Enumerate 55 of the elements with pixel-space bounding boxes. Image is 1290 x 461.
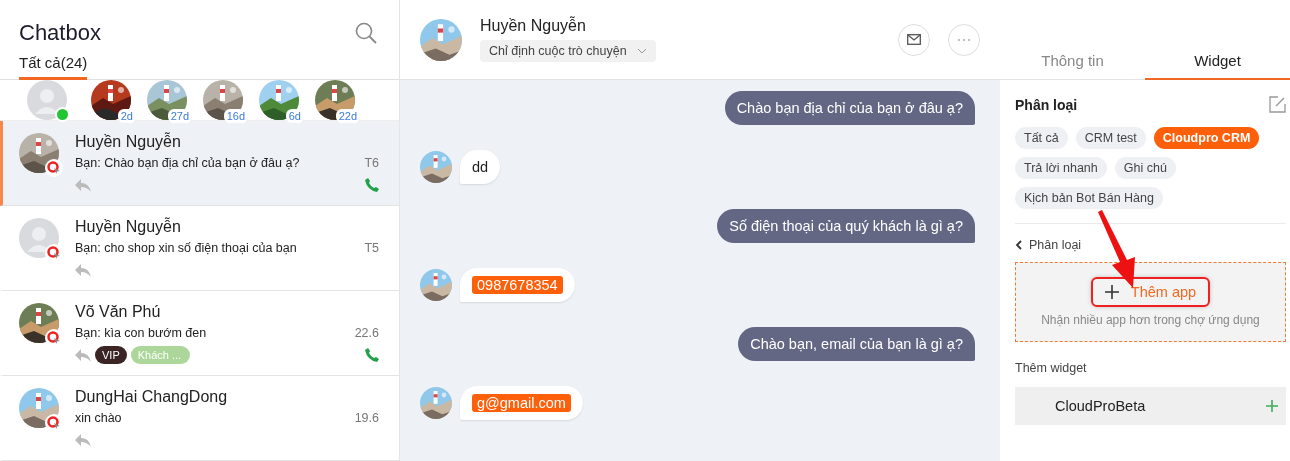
default-avatar-icon — [19, 218, 59, 258]
sent-message: Chào bạn địa chỉ của bạn ở đâu ạ? — [724, 90, 975, 125]
contact-name: Huyền Nguyễn — [480, 17, 587, 35]
source-badge-icon — [45, 159, 63, 177]
reply-icon — [75, 263, 91, 277]
section-title: Phân loại — [1015, 96, 1078, 113]
received-message: dd — [460, 149, 501, 184]
message-preview: Bạn: Chào bạn địa chỉ của bạn ở đâu ạ? — [75, 156, 300, 170]
contact-name: Võ Văn Phú — [75, 303, 162, 321]
message-preview: Bạn: kìa con bướm đen — [75, 326, 207, 340]
message-preview: Bạn: cho shop xin số điện thoại của bạn — [75, 241, 297, 255]
message-time: 19.6 — [354, 411, 379, 425]
category-chip[interactable]: CRM test — [1075, 127, 1146, 149]
contact-tag: Khách ... — [130, 346, 190, 364]
reply-icon — [75, 348, 91, 362]
conversation-item[interactable]: Huyền Nguyễn Bạn: Chào bạn địa chỉ của bạn ở đâu ạ? T6 — [0, 121, 399, 206]
email-button[interactable] — [898, 23, 930, 56]
reply-icon — [75, 433, 91, 447]
source-badge-icon — [45, 244, 63, 262]
time-badge: 16d — [223, 109, 248, 123]
chevron-down-icon — [636, 48, 647, 54]
panel-tab[interactable]: Thông tin — [1000, 42, 1145, 80]
category-chip[interactable]: Kịch bản Bot Bán Hàng — [1015, 187, 1163, 209]
chevron-left-icon — [1015, 240, 1022, 250]
search-icon[interactable] — [355, 22, 377, 44]
edit-icon[interactable] — [1269, 96, 1286, 113]
source-badge-icon — [45, 329, 63, 347]
message-time: T6 — [364, 156, 379, 170]
category-chip[interactable]: Ghi chú — [1114, 157, 1176, 179]
add-icon[interactable] — [1266, 400, 1278, 412]
reply-icon — [75, 178, 91, 192]
panel-tab[interactable]: Widget — [1145, 42, 1290, 80]
sent-message: Số điện thoại của quý khách là gì ạ? — [717, 208, 975, 243]
message-time: 22.6 — [354, 326, 379, 340]
section-label: Thêm widget — [1015, 361, 1088, 375]
envelope-icon — [907, 34, 921, 45]
back-link[interactable]: Phân loại — [1015, 238, 1082, 252]
widget-item[interactable]: CloudProBeta — [1015, 387, 1286, 425]
message-preview: xin chào — [75, 411, 122, 425]
message-time: T5 — [364, 241, 379, 255]
contact-name: Huyền Nguyễn — [75, 218, 182, 236]
contact-name: Huyền Nguyễn — [75, 133, 182, 151]
source-badge-icon — [45, 414, 63, 432]
contact-tag: VIP — [95, 346, 127, 364]
assign-dropdown[interactable]: Chỉ định cuộc trò chuyện — [480, 40, 656, 62]
app-title: Chatbox — [19, 20, 101, 46]
time-badge: 27d — [167, 109, 192, 123]
category-chip[interactable]: Trả lời nhanh — [1015, 157, 1107, 179]
more-icon — [957, 37, 971, 42]
plus-icon — [1104, 285, 1119, 299]
time-badge: 22d — [335, 109, 360, 123]
add-app-hint: Nhận nhiều app hơn trong chợ ứng dụng — [1041, 313, 1260, 327]
sent-message: Chào bạn, email của bạn là gì ạ? — [738, 326, 975, 361]
category-chip[interactable]: Tất cả — [1015, 127, 1068, 149]
contact-name: DungHai ChangDong — [75, 388, 229, 406]
